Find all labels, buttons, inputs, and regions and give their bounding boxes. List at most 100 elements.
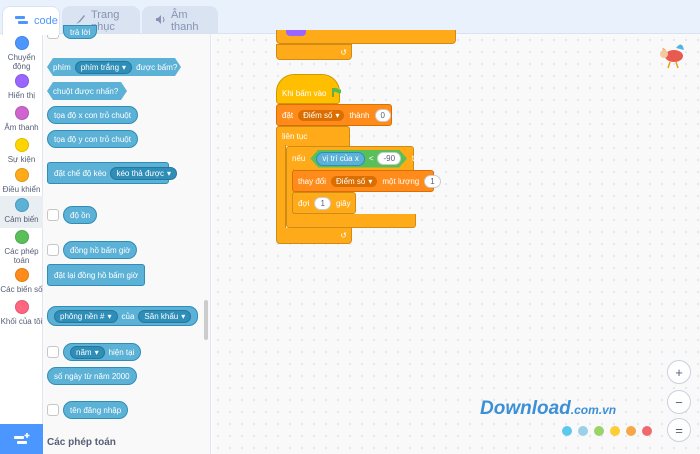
category-sound[interactable]: Âm thanh xyxy=(0,106,43,136)
watermark-dot xyxy=(578,426,588,436)
variable-dropdown[interactable]: Điểm số ▾ xyxy=(298,109,345,121)
category-label: Âm thanh xyxy=(4,123,39,132)
key-dropdown-value: phím trắng xyxy=(80,62,120,72)
tab-code[interactable]: code xyxy=(2,6,60,35)
answer-label: trả lời xyxy=(70,27,91,37)
property-dropdown[interactable]: phông nền # ▾ xyxy=(54,309,118,323)
zoom-in-button[interactable]: + xyxy=(667,360,691,384)
username-label: tên đăng nhập xyxy=(70,405,122,415)
category-label: Cảm biến xyxy=(4,215,39,224)
key-pressed-block[interactable]: phím phím trắng ▾ được bấm? xyxy=(47,58,181,76)
loudness-reporter[interactable]: độ ồn xyxy=(63,206,98,224)
forever-block[interactable]: liên tục xyxy=(276,126,350,146)
category-looks[interactable]: Hiển thị xyxy=(0,74,43,104)
change-value-input[interactable]: 1 xyxy=(424,174,441,188)
watermark-dot xyxy=(610,426,620,436)
days-since-2000-reporter[interactable]: số ngày từ năm 2000 xyxy=(47,367,137,385)
category-myblocks[interactable]: Khối của tôi xyxy=(0,300,43,330)
category-label: Khối của tôi xyxy=(0,317,43,326)
tab-code-label: code xyxy=(34,15,58,27)
watermark-main: Download xyxy=(480,398,571,419)
backdrop-of-reporter[interactable]: phông nền # ▾ của Sân khấu ▾ xyxy=(47,306,199,326)
wait-value-input[interactable]: 1 xyxy=(314,196,331,210)
x-position-reporter[interactable]: vị trí của x xyxy=(316,152,364,166)
of-label: của xyxy=(121,311,135,321)
drag-mode-dropdown[interactable]: kéo thả được ▾ xyxy=(110,166,178,180)
category-label: Các phép toán xyxy=(4,247,39,265)
key-label: phím xyxy=(53,62,71,72)
zoom-reset-icon: = xyxy=(675,422,683,438)
mouse-down-block[interactable]: chuột được nhấn? xyxy=(47,82,127,100)
username-reporter[interactable]: tên đăng nhập xyxy=(63,401,129,419)
sound-icon xyxy=(14,106,29,120)
loop-arrow-icon: ↺ xyxy=(340,47,347,57)
zoom-reset-button[interactable]: = xyxy=(667,418,691,442)
checkbox-timer[interactable] xyxy=(47,244,59,256)
myblocks-icon xyxy=(14,300,29,314)
forever-arm xyxy=(276,145,286,229)
if-block[interactable]: nếu vị trí của x < -90 thì xyxy=(286,146,421,170)
palette-scrollbar[interactable] xyxy=(204,300,208,340)
add-extension-button[interactable] xyxy=(0,424,43,454)
pressed-label: được bấm? xyxy=(136,62,178,72)
category-motion[interactable]: Chuyển động xyxy=(0,34,43,72)
chevron-down-icon: ▾ xyxy=(181,311,186,321)
loop-arrow-icon: ↺ xyxy=(340,231,347,240)
zoom-in-icon: + xyxy=(675,364,683,380)
category-events[interactable]: Sự kiện xyxy=(0,138,43,168)
wait-block[interactable]: đợi 1 giây xyxy=(292,192,356,214)
timer-reporter[interactable]: đồng hồ bấm giờ xyxy=(63,241,138,259)
tab-bar: code Trang phục Âm thanh xyxy=(0,0,700,35)
code-icon xyxy=(15,15,29,28)
variables-icon xyxy=(14,268,29,282)
if-label: nếu xyxy=(292,154,306,163)
tab-sounds[interactable]: Âm thanh xyxy=(142,6,218,34)
category-operators[interactable]: Các phép toán xyxy=(0,230,43,268)
events-icon xyxy=(14,138,29,152)
checkbox-current[interactable] xyxy=(47,346,59,358)
mouse-x-reporter[interactable]: tọa độ x con trỏ chuột xyxy=(47,106,138,124)
drag-mode-label: đặt chế độ kéo xyxy=(54,168,107,178)
set-value-input[interactable]: 0 xyxy=(374,108,391,122)
current-dropdown[interactable]: năm ▾ xyxy=(70,345,105,359)
x-position-label: vị trí của x xyxy=(322,154,359,163)
change-variable-block[interactable]: thay đổi Điểm số ▾ một lượng 1 xyxy=(292,170,441,192)
chevron-down-icon: ▾ xyxy=(107,311,112,321)
sensing-icon xyxy=(14,198,29,212)
key-dropdown[interactable]: phím trắng ▾ xyxy=(75,61,132,74)
category-label: Điều khiển xyxy=(2,185,41,194)
tab-sounds-label: Âm thanh xyxy=(171,8,199,33)
forever-end[interactable]: ↺ xyxy=(276,228,352,244)
watermark-suffix: .com.vn xyxy=(570,403,617,417)
checkbox-loudness[interactable] xyxy=(47,209,59,221)
variable-dropdown[interactable]: Điểm số ▾ xyxy=(331,175,378,187)
current-reporter[interactable]: năm ▾ hiện tại xyxy=(63,343,142,361)
threshold-input[interactable]: -90 xyxy=(377,152,401,165)
object-value: Sân khấu xyxy=(144,311,179,321)
partial-loop-end[interactable]: ↺ xyxy=(276,44,352,60)
zoom-out-button[interactable]: − xyxy=(667,390,691,414)
checkbox-username[interactable] xyxy=(47,404,59,416)
when-flag-clicked-hat[interactable]: Khi bấm vào xyxy=(276,74,342,104)
category-sensing[interactable]: Cảm biến xyxy=(0,196,43,228)
mouse-down-label: chuột được nhấn? xyxy=(53,86,119,96)
watermark-dot xyxy=(642,426,652,436)
less-than-label: < xyxy=(368,154,374,163)
category-control[interactable]: Điều khiển xyxy=(0,168,43,198)
chevron-down-icon: ▾ xyxy=(335,110,340,120)
less-than-operator[interactable]: vị trí của x < -90 xyxy=(310,150,407,168)
object-dropdown[interactable]: Sân khấu ▾ xyxy=(138,309,192,323)
extension-icon xyxy=(13,433,29,444)
current-value: năm xyxy=(76,347,92,357)
variable-name: Điểm số xyxy=(303,110,333,120)
watermark-dot xyxy=(626,426,636,436)
answer-reporter[interactable]: trả lời xyxy=(63,25,98,39)
set-drag-mode-block[interactable]: đặt chế độ kéo kéo thả được ▾ xyxy=(47,162,178,184)
mouse-y-reporter[interactable]: tọa độ y con trỏ chuột xyxy=(47,130,138,148)
category-variables[interactable]: Các biến số xyxy=(0,268,43,298)
reset-timer-block[interactable]: đặt lại đồng hồ bấm giờ xyxy=(47,264,145,286)
current-label: hiện tại xyxy=(108,347,135,357)
set-variable-block[interactable]: đặt Điểm số ▾ thành 0 xyxy=(276,104,392,126)
watermark-dot xyxy=(594,426,604,436)
then-label: thì xyxy=(412,154,421,163)
